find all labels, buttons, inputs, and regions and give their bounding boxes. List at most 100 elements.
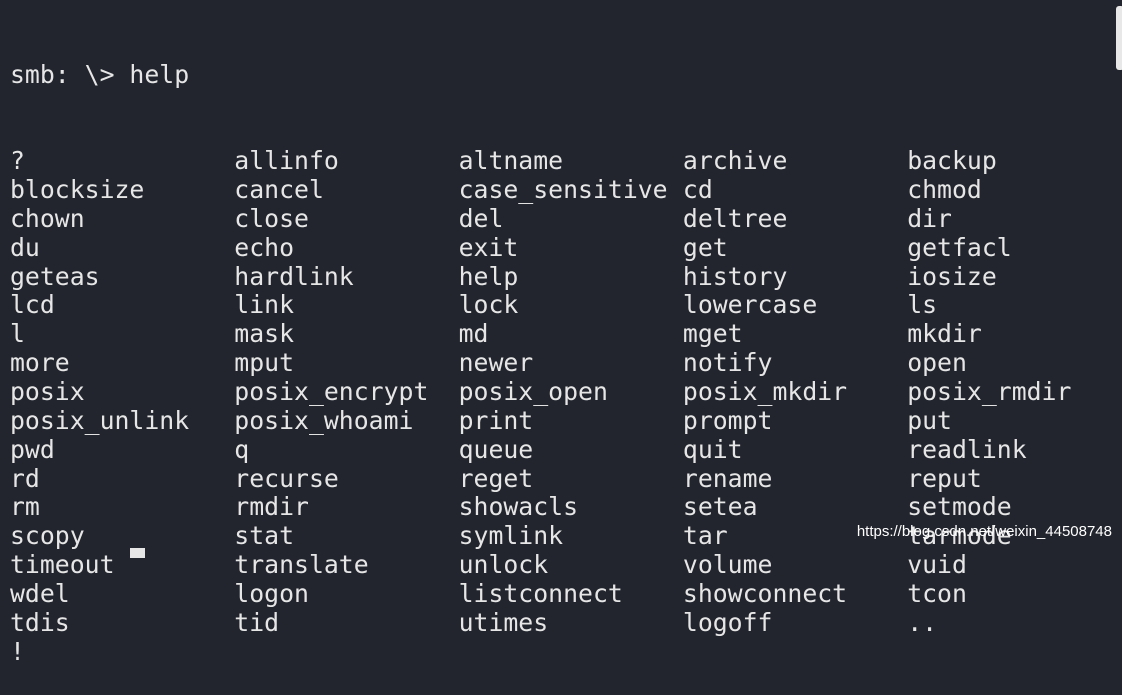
command-row: du echo exit get getfacl — [10, 232, 1122, 263]
command-name: backup — [907, 146, 997, 176]
command-row: ? allinfo altname archive backup — [10, 146, 1122, 176]
command-name: put — [907, 405, 952, 435]
command-name: chmod — [907, 175, 982, 205]
command-row: rm rmdir showacls setea setmode — [10, 492, 1122, 522]
command-name: geteas — [10, 261, 100, 291]
command-row: pwd q queue quit readlink — [10, 434, 1122, 465]
command-name: setea — [682, 492, 758, 522]
scrollbar[interactable] — [1116, 6, 1122, 70]
command-name: notify — [682, 348, 773, 378]
command-name: cd — [682, 175, 713, 205]
command-name: ! — [10, 636, 25, 666]
command-name: ? — [10, 146, 25, 176]
command-name: pwd — [10, 434, 55, 464]
command-row: posix posix_encrypt posix_open posix_mkdir p… — [10, 376, 1122, 407]
command-row: ! — [10, 636, 1122, 667]
command-name: md — [458, 319, 489, 349]
command-name: scopy — [10, 521, 85, 551]
command-name: listconnect — [458, 578, 623, 608]
command-name: link — [234, 290, 295, 320]
command-name: showconnect — [682, 578, 848, 608]
command-name: del — [458, 203, 504, 233]
command-row: more mput newer notify open — [10, 348, 1122, 378]
command-name: .. — [907, 607, 938, 637]
command-name: getfacl — [907, 232, 1012, 262]
command-row: tdis tid utimes logoff.. — [10, 607, 1122, 638]
command-name: wdel — [10, 578, 70, 608]
command-name: tid — [234, 607, 280, 637]
command-name: cancel — [234, 175, 324, 205]
command-name: dir — [907, 203, 952, 233]
command-name: timeout — [10, 550, 115, 580]
command-name: q — [234, 434, 250, 464]
command-name: utimes — [458, 607, 549, 637]
command-name: archive — [682, 146, 788, 176]
command-row: geteas hardlink help history iosize — [10, 261, 1122, 292]
command-name: posix_open — [458, 376, 608, 406]
prompt-line: smb: \> help — [10, 59, 190, 89]
command-name: iosize — [907, 261, 997, 291]
command-name: ls — [907, 290, 938, 320]
command-name: rd — [10, 463, 40, 493]
command-name: posix_encrypt — [234, 376, 429, 406]
command-name: open — [907, 348, 967, 378]
command-name: tcon — [907, 578, 967, 608]
command-name: logon — [234, 578, 309, 608]
command-name: close — [234, 203, 309, 233]
command-name: posix_rmdir — [907, 376, 1072, 406]
command-name: reput — [907, 463, 982, 493]
command-name: blocksize — [10, 175, 145, 205]
command-name: history — [682, 261, 788, 291]
watermark: https://blog.csdn.net/weixin_44508748 — [856, 523, 1112, 540]
command-name: unlock — [458, 550, 549, 580]
command-name: hardlink — [234, 261, 354, 291]
command-name: recurse — [234, 463, 339, 493]
command-name: chown — [10, 203, 85, 233]
command-row: blocksize cancel case_sensitive cd chmod — [10, 175, 1122, 205]
command-name: quit — [682, 434, 743, 464]
command-name: lock — [458, 290, 519, 320]
command-name: posix_whoami — [234, 405, 414, 435]
command-row: wdel logon listconnect showconnect tcon — [10, 578, 1122, 609]
command-row: posix_unlink posix_whoami print prompt put — [10, 405, 1122, 436]
command-name: l — [10, 319, 25, 349]
terminal-output: smb: \> help ? allinfo altname archive backu… — [10, 3, 1122, 695]
command-name: mget — [682, 319, 743, 349]
command-name: queue — [458, 434, 534, 464]
command-name: help — [458, 261, 519, 291]
command-name: mkdir — [907, 319, 982, 349]
command-name: echo — [234, 232, 295, 262]
command-name: rm — [10, 492, 40, 522]
command-name: exit — [458, 232, 519, 262]
command-name: posix_unlink — [10, 405, 190, 435]
command-name: rename — [682, 463, 773, 493]
command-name: rmdir — [234, 492, 309, 522]
command-name: logoff — [682, 607, 773, 637]
command-name: symlink — [458, 521, 564, 551]
command-name: print — [458, 405, 534, 435]
command-name: posix — [10, 376, 85, 406]
command-name: lowercase — [682, 290, 818, 320]
command-name: altname — [458, 146, 564, 176]
command-name: tdis — [10, 607, 70, 637]
command-name: readlink — [907, 434, 1027, 464]
command-name: mput — [234, 348, 295, 378]
command-row: timeout translate unlock volume vuid — [10, 550, 1122, 580]
command-name: translate — [234, 550, 369, 580]
command-name: get — [682, 232, 728, 262]
command-name: volume — [682, 550, 773, 580]
command-name: deltree — [682, 203, 788, 233]
command-name: case_sensitive — [458, 175, 668, 205]
command-row: rd recurse reget rename reput — [10, 463, 1122, 494]
command-name: prompt — [682, 405, 773, 435]
command-name: newer — [458, 348, 534, 378]
command-row: lcd link lock lowercase ls — [10, 291, 1122, 320]
command-name: mask — [234, 319, 295, 349]
command-row: chown close del deltree dir — [10, 203, 1122, 234]
command-name: vuid — [907, 550, 967, 580]
command-name: posix_mkdir — [682, 376, 848, 406]
command-name: stat — [234, 521, 295, 551]
command-name: showacls — [458, 492, 579, 522]
command-name: allinfo — [234, 146, 339, 176]
command-row: l mask md mget mkdir — [10, 319, 1122, 349]
